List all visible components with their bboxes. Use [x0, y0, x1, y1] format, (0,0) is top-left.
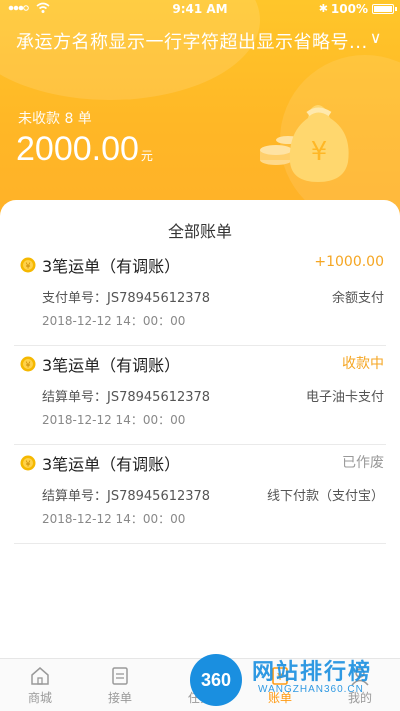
status-bar: 9:41 AM ✱ 100%: [0, 0, 400, 18]
bill-list-panel: 全部账单 ¥ 3笔运单（有调账） +1000.00 支付单号：JS7894561…: [0, 200, 400, 660]
site-watermark: 360 网站排行榜 WANGZHAN360.CN: [190, 650, 400, 711]
uncollected-amount: 2000.00 元: [16, 130, 153, 169]
coin-icon: ¥: [20, 356, 36, 372]
bluetooth-icon: ✱: [318, 2, 328, 15]
bill-time: 2018-12-12 14：00：00: [42, 314, 186, 328]
coin-icon: ¥: [20, 455, 36, 471]
battery-icon: [372, 4, 397, 14]
bill-title: 3笔运单（有调账）: [42, 356, 181, 375]
bill-number: 结算单号：JS78945612378: [42, 489, 211, 504]
uncollected-count: 未收款 8 单: [18, 111, 92, 127]
bill-number: 结算单号：JS78945612378: [42, 390, 211, 405]
money-bag-icon: ¥: [260, 105, 349, 182]
carrier-name: 承运方名称显示一行字符超出显示省略号...: [16, 32, 368, 53]
tab-label: 接单: [107, 691, 132, 705]
payment-method: 电子油卡支付: [305, 390, 384, 405]
amount-unit: 元: [140, 149, 153, 163]
tab-mall[interactable]: 商城: [0, 665, 80, 706]
carrier-selector[interactable]: 承运方名称显示一行字符超出显示省略号... ∨: [16, 28, 386, 54]
svg-text:¥: ¥: [25, 361, 30, 370]
bill-time: 2018-12-12 14：00：00: [42, 413, 186, 427]
payment-method: 余额支付: [331, 291, 384, 306]
bill-time: 2018-12-12 14：00：00: [42, 512, 186, 526]
battery-percent: 100%: [330, 2, 368, 16]
bill-amount: +1000.00: [314, 254, 384, 270]
tab-orders[interactable]: 接单: [80, 665, 160, 706]
bill-item[interactable]: ¥ 3笔运单（有调账） +1000.00 支付单号：JS78945612378 …: [14, 248, 386, 346]
bill-item[interactable]: ¥ 3笔运单（有调账） 已作废 结算单号：JS78945612378 线下付款（…: [14, 446, 386, 544]
svg-text:¥: ¥: [311, 137, 328, 167]
bill-title: 3笔运单（有调账）: [42, 455, 181, 474]
watermark-name: 网站排行榜: [252, 660, 373, 685]
bill-status: 已作废: [342, 455, 384, 471]
coin-icon: ¥: [20, 257, 36, 273]
bill-item[interactable]: ¥ 3笔运单（有调账） 收款中 结算单号：JS78945612378 电子油卡支…: [14, 347, 386, 445]
chevron-down-icon: ∨: [369, 28, 382, 47]
bill-title: 3笔运单（有调账）: [42, 257, 181, 276]
header-banner: 9:41 AM ✱ 100% 承运方名称显示一行字符超出显示省略号... ∨ 未…: [0, 0, 400, 230]
bill-number: 支付单号：JS78945612378: [42, 291, 211, 306]
payment-method: 线下付款（支付宝）: [266, 489, 384, 504]
home-icon: [31, 667, 49, 685]
svg-text:¥: ¥: [25, 262, 30, 271]
svg-text:¥: ¥: [25, 460, 30, 469]
watermark-badge: 360: [190, 654, 242, 706]
tab-label: 商城: [27, 691, 52, 705]
bill-list-title: 全部账单: [167, 222, 232, 241]
watermark-domain: WANGZHAN360.CN: [258, 684, 364, 695]
bill-status: 收款中: [342, 356, 384, 372]
order-icon: [112, 667, 128, 685]
amount-value: 2000.00: [16, 130, 139, 168]
